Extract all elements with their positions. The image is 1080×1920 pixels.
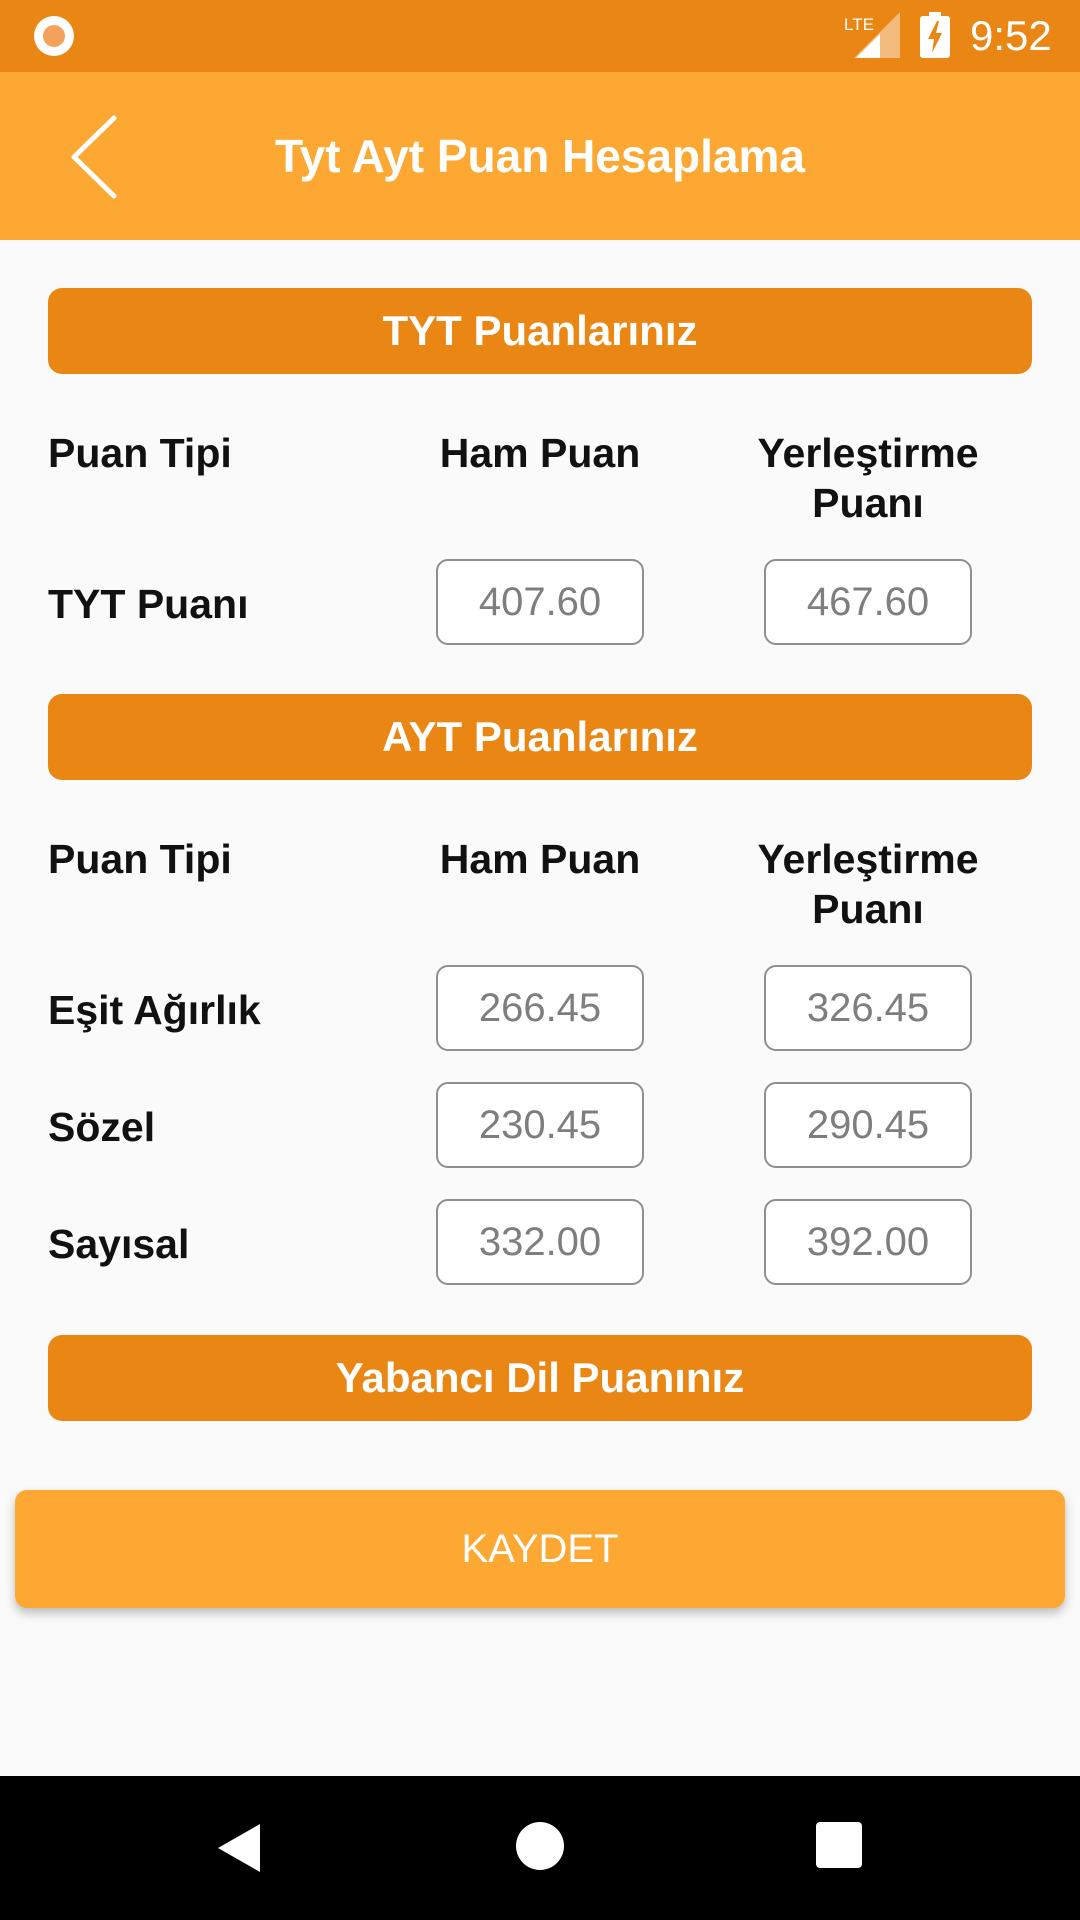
navigation-bar xyxy=(0,1776,1080,1920)
svg-text:LTE: LTE xyxy=(844,15,874,34)
lte-signal-icon: LTE xyxy=(844,12,900,58)
tyt-col-ham-puan: Ham Puan xyxy=(439,430,641,476)
tyt-section-header: TYT Puanlarınız xyxy=(48,288,1032,374)
app-bar: Tyt Ayt Puan Hesaplama xyxy=(0,72,1080,240)
sayisal-raw-score-field[interactable]: 332.00 xyxy=(436,1199,644,1285)
ayt-col-yerlestirme: Yerleştirme xyxy=(757,836,979,882)
ayt-section-header: AYT Puanlarınız xyxy=(48,694,1032,780)
tyt-col-puan-tipi: Puan Tipi xyxy=(48,430,232,476)
esit-agirlik-raw-score-field[interactable]: 266.45 xyxy=(436,965,644,1051)
ayt-row-label-esit-agirlik: Eşit Ağırlık xyxy=(48,987,261,1033)
ayt-row-label-sozel: Sözel xyxy=(48,1104,156,1150)
ayt-col-ham-puan: Ham Puan xyxy=(439,836,641,882)
home-circle-icon xyxy=(516,1822,564,1870)
ayt-col-puani: Puanı xyxy=(812,886,924,932)
battery-charging-icon xyxy=(920,12,950,58)
tyt-raw-score-field[interactable]: 407.60 xyxy=(436,559,644,645)
nav-back-button[interactable] xyxy=(210,1820,266,1876)
save-button[interactable]: KAYDET xyxy=(15,1490,1065,1608)
nav-home-button[interactable] xyxy=(514,1820,566,1872)
status-bar: LTE 9:52 xyxy=(0,0,1080,72)
page-title: Tyt Ayt Puan Hesaplama xyxy=(274,130,805,182)
tyt-row-label: TYT Puanı xyxy=(48,581,249,627)
yabanci-dil-section-header: Yabancı Dil Puanınız xyxy=(48,1335,1032,1421)
sozel-placement-score-field[interactable]: 290.45 xyxy=(764,1082,972,1168)
notification-icon xyxy=(34,16,74,56)
ayt-row-label-sayisal: Sayısal xyxy=(48,1221,190,1267)
recents-square-icon xyxy=(816,1822,862,1868)
back-triangle-icon xyxy=(218,1824,260,1872)
sozel-raw-score-field[interactable]: 230.45 xyxy=(436,1082,644,1168)
status-time: 9:52 xyxy=(970,12,1052,59)
tyt-placement-score-field[interactable]: 467.60 xyxy=(764,559,972,645)
tyt-col-puani: Puanı xyxy=(812,480,924,526)
esit-agirlik-placement-score-field[interactable]: 326.45 xyxy=(764,965,972,1051)
sayisal-placement-score-field[interactable]: 392.00 xyxy=(764,1199,972,1285)
tyt-col-yerlestirme: Yerleştirme xyxy=(757,430,979,476)
ayt-col-puan-tipi: Puan Tipi xyxy=(48,836,232,882)
back-button[interactable] xyxy=(56,112,146,202)
chevron-left-icon xyxy=(71,115,117,199)
nav-recents-button[interactable] xyxy=(814,1820,864,1870)
